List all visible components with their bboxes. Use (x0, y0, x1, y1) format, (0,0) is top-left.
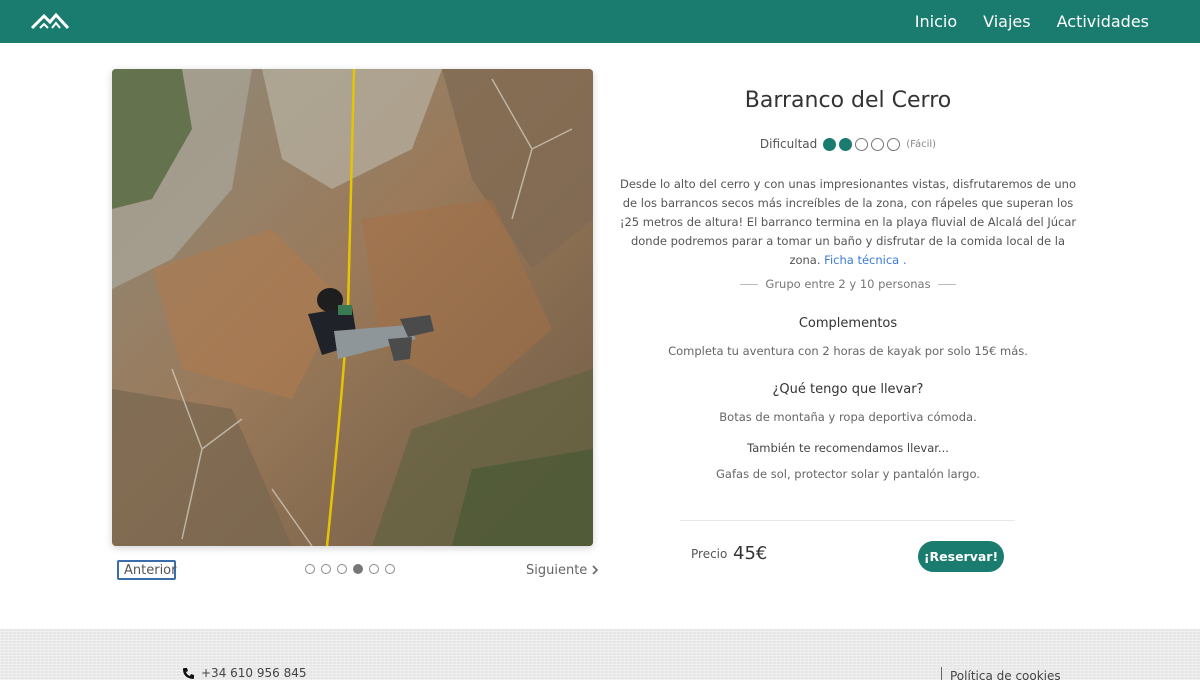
recommend-text: Gafas de sol, protector solar y pantalón… (716, 467, 980, 481)
what-to-bring-text: Botas de montaña y ropa deportiva cómoda… (719, 410, 977, 424)
slide-dot-6[interactable] (385, 564, 395, 574)
difficulty-dot-1 (823, 137, 837, 151)
slide-dot-3[interactable] (337, 564, 347, 574)
divider-left (740, 283, 759, 285)
nav-link-viajes[interactable]: Viajes (983, 12, 1030, 31)
difficulty-dot-3 (855, 137, 869, 151)
footer-phone[interactable]: +34 610 956 845 (182, 666, 306, 680)
slide-dot-2[interactable] (321, 564, 331, 574)
nav-link-inicio[interactable]: Inicio (915, 12, 957, 31)
previous-button[interactable]: Anterior (117, 560, 176, 580)
activity-photo (112, 69, 593, 546)
activity-description: Desde lo alto del cerro y con unas impre… (618, 175, 1078, 270)
mountain-logo-icon[interactable] (30, 10, 70, 32)
complements-text: Completa tu aventura con 2 horas de kaya… (668, 344, 1028, 358)
difficulty-dot-2 (839, 137, 853, 151)
reserve-button[interactable]: ¡Reservar! (918, 541, 1004, 572)
phone-number: +34 610 956 845 (201, 666, 307, 680)
group-size: Grupo entre 2 y 10 personas (610, 277, 1086, 291)
difficulty-label: Dificultad (759, 137, 818, 151)
price-value: 45€ (733, 543, 768, 564)
next-label: Siguiente (526, 562, 588, 578)
top-navbar: Inicio Viajes Actividades (0, 0, 1200, 43)
recommend-heading: También te recomendamos llevar... (747, 441, 949, 455)
difficulty-dot-4 (871, 137, 885, 151)
slide-indicators (305, 564, 395, 574)
previous-label: Anterior (124, 562, 177, 578)
technical-sheet-link[interactable]: Ficha técnica (824, 253, 899, 267)
price-label: Precio (691, 547, 728, 561)
slide-dot-4[interactable] (353, 564, 363, 574)
what-to-bring-heading: ¿Qué tengo que llevar? (772, 382, 924, 397)
slide-dot-1[interactable] (305, 564, 315, 574)
technical-sheet-link-suffix: . (902, 253, 907, 267)
difficulty-rating: Dificultad (Fácil) (610, 137, 1086, 151)
activity-title: Barranco del Cerro (744, 88, 952, 113)
main-nav: Inicio Viajes Actividades (915, 0, 1149, 43)
difficulty-note: (Fácil) (906, 138, 937, 150)
next-button[interactable]: Siguiente (526, 561, 599, 579)
phone-icon (183, 667, 194, 679)
difficulty-dot-5 (887, 137, 901, 151)
divider-right (937, 283, 956, 285)
chevron-right-icon (592, 565, 599, 575)
difficulty-dots (823, 137, 901, 151)
price-divider (680, 520, 1015, 521)
slide-dot-5[interactable] (369, 564, 379, 574)
cookies-policy-link[interactable]: Política de cookies (941, 667, 1061, 680)
group-size-text: Grupo entre 2 y 10 personas (765, 277, 931, 291)
complements-heading: Complementos (798, 316, 898, 331)
nav-link-actividades[interactable]: Actividades (1057, 12, 1149, 31)
